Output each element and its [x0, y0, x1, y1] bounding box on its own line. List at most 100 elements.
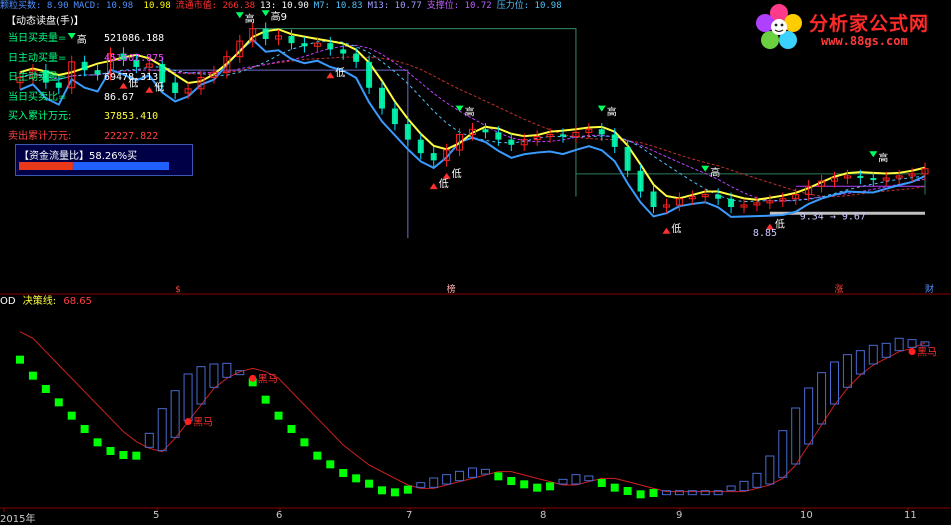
candle: [249, 22, 257, 48]
candle: [275, 29, 283, 46]
indicator-step: [390, 488, 399, 497]
candle-body: [159, 63, 166, 83]
event-label: $: [175, 285, 181, 295]
indicator-step: [520, 480, 529, 489]
info-panel-title: 【动态读盘(手)】: [6, 16, 84, 27]
signal-text: 低: [671, 222, 681, 235]
candle-body: [340, 49, 347, 54]
candle-body: [94, 70, 101, 75]
signal-triangle: [442, 172, 451, 179]
support-step-line: [252, 28, 577, 197]
candle-body: [391, 108, 398, 125]
candle-body: [624, 146, 631, 171]
event-label: 涨: [835, 284, 844, 295]
candle-body: [715, 194, 722, 199]
info-row-label: 日主动卖量=: [8, 72, 67, 83]
candle-body: [495, 132, 502, 140]
candle-body: [560, 134, 566, 137]
flow-buy-segment: [19, 162, 73, 170]
x-axis-label: 7: [406, 510, 413, 521]
indicator-step: [183, 373, 193, 422]
indicator-step: [739, 480, 749, 492]
info-row-label: 日主动买量=: [8, 52, 67, 64]
signal-triangle: [429, 183, 438, 190]
indicator-step: [597, 479, 606, 487]
candle: [585, 123, 593, 139]
indicator-step: [507, 477, 516, 485]
indicator-step: [468, 467, 477, 478]
info-row-value: 69478.313: [104, 72, 159, 83]
candle-body: [870, 178, 877, 181]
topbar-indicator: 13: 10.90: [260, 1, 309, 11]
candle-body: [611, 134, 618, 147]
candle-body: [262, 28, 269, 40]
logo-title: 分析家公式网: [809, 13, 930, 35]
indicator-step: [365, 479, 374, 488]
signal-text: 低: [439, 177, 449, 190]
event-label: 榜: [447, 283, 456, 295]
indicator-step: [416, 482, 426, 488]
x-axis-label: 11: [904, 510, 917, 521]
indicator-step: [403, 485, 412, 494]
candle-body: [637, 170, 644, 192]
indicator-step: [261, 395, 270, 404]
indicator-step: [558, 478, 568, 485]
indicator-step: [287, 425, 296, 433]
flower-logo-icon: [756, 4, 802, 49]
indicator-step: [584, 475, 594, 482]
indicator-step: [54, 398, 63, 407]
indicator-step: [765, 455, 775, 485]
candle-body: [857, 175, 864, 178]
decision-line-label: 决策线:: [22, 296, 57, 307]
indicator-step: [222, 362, 232, 378]
candle-body: [172, 82, 179, 93]
candle: [172, 76, 179, 100]
indicator-step: [907, 339, 917, 348]
candle-body: [430, 153, 437, 161]
candle: [417, 133, 424, 160]
indicator-step: [313, 451, 322, 460]
indicator-step: [868, 344, 878, 365]
indicator-step: [93, 438, 102, 447]
indicator-step: [623, 487, 632, 495]
candle: [533, 130, 541, 146]
site-logo: 分析家公式网 www.88gs.com: [753, 3, 949, 51]
indicator-step: [209, 363, 219, 388]
info-row-value: 521086.188: [104, 33, 165, 44]
stock-chart-window: 高高9 高低低低高低低高高低高低 9.34 → 9.67 8.85 $ 榜涨财 黑马 黑马黑…: [0, 0, 951, 525]
indicator-step: [16, 355, 24, 364]
candle-body: [379, 87, 385, 109]
candle-body: [482, 129, 489, 133]
topbar-indicator: 压力位: 10.98: [496, 1, 562, 11]
x-axis-label: 5: [153, 510, 160, 521]
candle: [624, 140, 631, 177]
indicator-step: [429, 477, 439, 488]
indicator-step: [830, 361, 839, 405]
logo-url[interactable]: www.88gs.com: [821, 34, 908, 48]
indicator-step: [817, 372, 827, 425]
indicator-step: [533, 483, 542, 492]
topbar-indicator: 颗粒买数: 8.90: [0, 1, 69, 11]
candle-body: [288, 35, 295, 44]
indicator-step: [636, 490, 645, 499]
indicator-step: [378, 486, 386, 495]
candle: [508, 133, 515, 152]
candle: [262, 22, 269, 46]
signal-text: 低: [335, 66, 345, 79]
topbar-indicator: M7: 10.83: [313, 1, 363, 11]
candle: [598, 123, 605, 141]
indicator-step: [842, 354, 852, 388]
flow-ratio-bar: [19, 162, 169, 170]
signal-text: 高: [607, 106, 617, 119]
candle: [740, 198, 748, 214]
candle: [391, 102, 398, 131]
x-axis-label: 10: [800, 510, 813, 521]
candle-body: [404, 124, 411, 140]
indicator-step: [80, 425, 89, 433]
signal-text: 高9: [271, 10, 287, 23]
indicator-step: [894, 337, 904, 352]
info-row-value: 37853.410: [104, 111, 159, 122]
signal-triangle: [597, 105, 606, 112]
indicator-step: [352, 474, 361, 483]
flow-ratio-label: 【资金流量比】: [19, 151, 89, 162]
